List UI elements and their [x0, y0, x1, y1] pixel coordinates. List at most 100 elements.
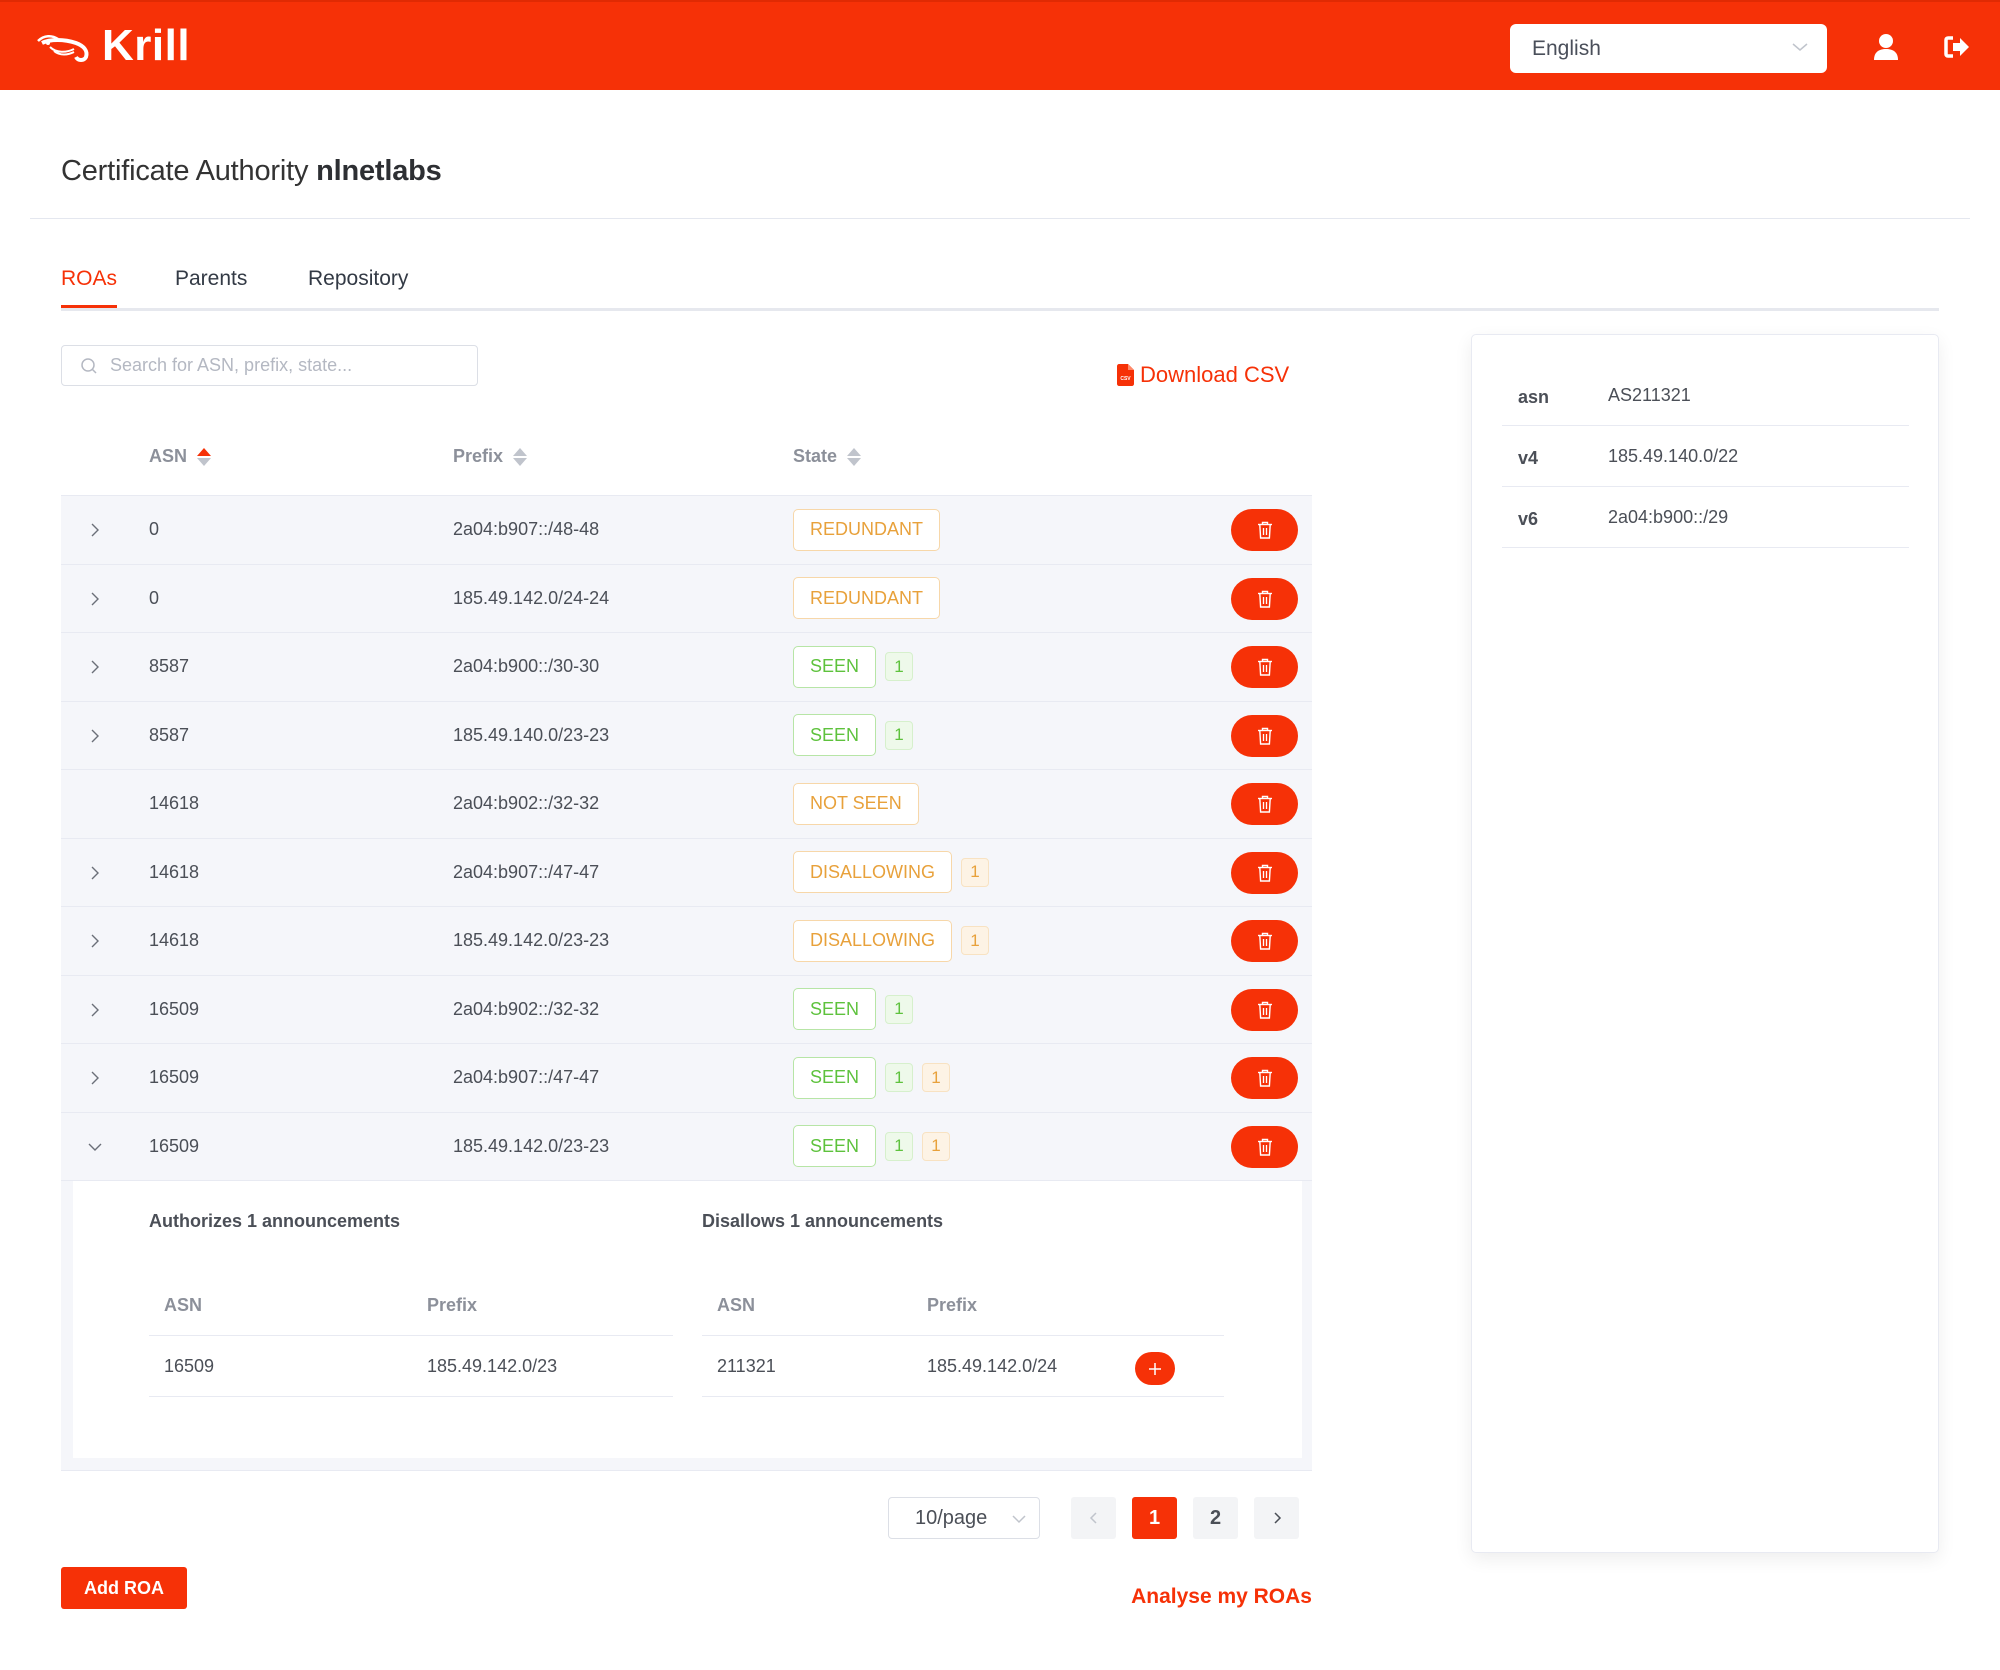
title-divider — [30, 218, 1970, 219]
column-header-state[interactable]: State — [793, 446, 862, 467]
authorizes-section: Authorizes 1 announcements ASN Prefix 16509… — [149, 1211, 673, 1397]
resource-key: v4 — [1518, 448, 1539, 468]
table-row: 16509 2a04:b902::/32-32 SEEN 1 — [61, 974, 1312, 1043]
chevron-right-icon — [91, 1071, 99, 1085]
expand-row-toggle[interactable] — [85, 655, 105, 679]
column-label: ASN — [149, 446, 188, 466]
chevron-right-icon — [91, 866, 99, 879]
announcement-count-badge: 1 — [885, 1131, 914, 1161]
next-page-button[interactable] — [1254, 1497, 1299, 1539]
expand-row-toggle[interactable] — [85, 724, 105, 748]
resource-value: 185.49.140.0/22 — [1608, 446, 1739, 466]
svg-text:CSV: CSV — [1120, 376, 1131, 382]
tab-roas[interactable]: ROAs — [61, 267, 118, 308]
sub-table-row: 16509 185.49.142.0/23 — [149, 1336, 673, 1397]
trash-icon — [1257, 1069, 1272, 1087]
expand-row-toggle[interactable] — [85, 518, 105, 542]
disallows-table: ASN Prefix 211321 185.49.142.0/24 — [702, 1275, 1224, 1397]
page-size-select[interactable]: 10/page — [888, 1497, 1040, 1539]
announcement-count-badge: 1 — [922, 1131, 951, 1161]
expand-row-toggle[interactable] — [85, 998, 105, 1022]
disallows-title: Disallows 1 announcements — [702, 1211, 944, 1231]
prev-page-button[interactable] — [1071, 1497, 1116, 1539]
column-header-asn[interactable]: ASN — [149, 446, 212, 467]
delete-roa-button[interactable] — [1231, 577, 1298, 620]
download-csv-link[interactable]: CSV Download CSV — [1117, 362, 1289, 388]
chevron-right-icon — [91, 1003, 99, 1016]
delete-roa-button[interactable] — [1231, 988, 1298, 1031]
expand-row-toggle[interactable] — [85, 587, 105, 611]
delete-roa-button[interactable] — [1231, 509, 1298, 551]
cell-prefix: 185.49.142.0/23-23 — [453, 930, 610, 951]
cell-prefix: 2a04:b900::/30-30 — [453, 656, 600, 677]
page-1-button[interactable]: 1 — [1132, 1497, 1177, 1539]
resource-value: 2a04:b900::/29 — [1608, 507, 1729, 527]
user-icon[interactable] — [1871, 32, 1901, 62]
announcement-count-badge: 1 — [922, 1063, 951, 1093]
cell-state: SEEN 1 1 — [793, 1125, 951, 1168]
trash-icon — [1257, 932, 1272, 950]
expand-row-toggle[interactable] — [85, 929, 105, 953]
expand-row-toggle[interactable] — [85, 1135, 105, 1159]
chevron-down-icon — [1012, 1515, 1026, 1524]
column-header-prefix[interactable]: Prefix — [453, 446, 528, 467]
column-header-asn: ASN — [717, 1295, 756, 1315]
table-header: ASN Prefix State — [61, 430, 1312, 495]
cell-prefix: 185.49.140.0/23-23 — [453, 724, 610, 745]
expand-row-toggle[interactable] — [85, 861, 105, 885]
resource-key: v6 — [1518, 509, 1539, 529]
trash-icon — [1257, 521, 1272, 539]
logo[interactable]: Krill — [36, 24, 190, 68]
cell-asn: 16509 — [149, 998, 200, 1019]
ca-name: nlnetlabs — [316, 155, 442, 187]
cell-asn: 0 — [149, 519, 160, 540]
chevron-right-icon — [91, 592, 99, 605]
plus-icon — [1149, 1362, 1161, 1375]
krill-shrimp-icon — [37, 35, 89, 62]
analyse-roas-link[interactable]: Analyse my ROAs — [1131, 1585, 1312, 1609]
tab-repository[interactable]: Repository — [308, 267, 408, 303]
cell-state: REDUNDANT — [793, 577, 941, 620]
cell-prefix: 2a04:b907::/47-47 — [453, 861, 600, 882]
cell-prefix: 2a04:b902::/32-32 — [453, 793, 600, 814]
expand-row-toggle[interactable] — [85, 1066, 105, 1090]
delete-roa-button[interactable] — [1231, 1125, 1298, 1168]
resource-key: asn — [1518, 387, 1550, 407]
announcement-count-badge: 1 — [961, 926, 990, 956]
sub-table-header: ASN Prefix — [149, 1275, 673, 1336]
cell-prefix: 2a04:b907::/48-48 — [453, 519, 600, 540]
search-input[interactable] — [110, 355, 450, 376]
delete-roa-button[interactable] — [1231, 714, 1298, 757]
page-2-button[interactable]: 2 — [1193, 1497, 1238, 1539]
table-row: 14618 185.49.142.0/23-23 DISALLOWING 1 — [61, 906, 1312, 975]
trash-icon — [1257, 795, 1272, 813]
download-csv-label: Download CSV — [1140, 362, 1290, 387]
add-roa-for-announcement-button[interactable] — [1135, 1352, 1175, 1385]
state-badge: NOT SEEN — [793, 782, 919, 825]
column-header-prefix: Prefix — [427, 1295, 478, 1315]
state-badge: DISALLOWING — [793, 919, 953, 962]
state-badge: REDUNDANT — [793, 577, 941, 620]
sort-icon — [847, 447, 862, 466]
chevron-right-icon — [91, 660, 99, 674]
column-header-prefix: Prefix — [927, 1295, 978, 1315]
add-roa-button[interactable]: Add ROA — [61, 1567, 187, 1609]
delete-roa-button[interactable] — [1231, 920, 1298, 962]
delete-roa-button[interactable] — [1231, 1057, 1298, 1099]
trash-icon — [1257, 1001, 1272, 1019]
tab-parents[interactable]: Parents — [175, 267, 247, 303]
delete-roa-button[interactable] — [1231, 851, 1298, 894]
page-title: Certificate Authority nlnetlabs — [61, 155, 442, 188]
column-label: Prefix — [453, 446, 504, 466]
chevron-left-icon — [1089, 1512, 1097, 1524]
logout-icon[interactable] — [1942, 32, 1972, 62]
cell-state: DISALLOWING 1 — [793, 851, 990, 894]
delete-roa-button[interactable] — [1231, 783, 1298, 825]
language-select[interactable]: English — [1510, 24, 1827, 73]
resource-row-v4: v4 185.49.140.0/22 — [1502, 426, 1909, 487]
tab-bar: ROAs Parents Repository — [61, 265, 1939, 311]
trash-icon — [1257, 1138, 1272, 1156]
delete-roa-button[interactable] — [1231, 646, 1298, 688]
authorizes-table: ASN Prefix 16509 185.49.142.0/23 — [149, 1275, 673, 1397]
cell-state: DISALLOWING 1 — [793, 919, 990, 962]
